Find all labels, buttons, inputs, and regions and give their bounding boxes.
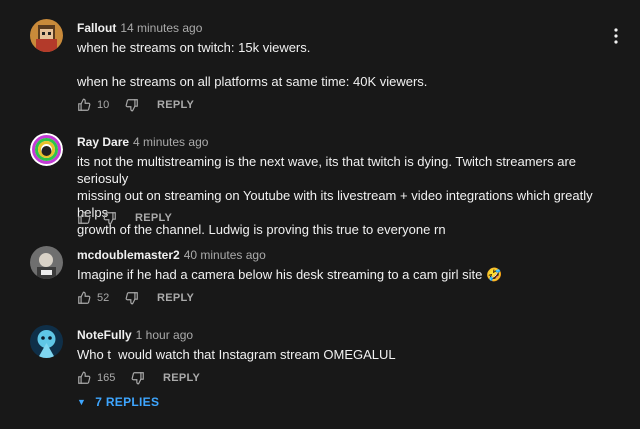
reply-button[interactable]: REPLY (163, 372, 200, 384)
reply-button[interactable]: REPLY (157, 292, 194, 304)
thumbs-up-icon[interactable] (77, 371, 91, 385)
comment-line: when he streams on twitch: 15k viewers. (77, 40, 311, 55)
like-count: 165 (97, 372, 116, 384)
comment-text: Who t would watch that Instagram stream … (77, 346, 610, 363)
thumbs-down-icon[interactable] (103, 211, 117, 225)
comment-actions: 165 REPLY (77, 370, 200, 386)
comment-author[interactable]: mcdoublemaster2 (77, 248, 180, 262)
comment-text: Imagine if he had a camera below his des… (77, 266, 610, 283)
caret-down-icon: ▼ (77, 397, 87, 407)
thumbs-up-icon[interactable] (77, 291, 91, 305)
like-count: 10 (97, 99, 110, 111)
thumbs-down-icon[interactable] (131, 371, 145, 385)
avatar[interactable] (30, 246, 63, 279)
comment-line: Who t would watch that Instagram stream … (77, 347, 396, 362)
thumbs-down-icon[interactable] (125, 291, 139, 305)
comment-line: when he streams on all platforms at same… (77, 74, 428, 89)
comment-line-gap (77, 56, 610, 73)
avatar[interactable] (30, 19, 63, 52)
comment-timestamp[interactable]: 4 minutes ago (133, 135, 208, 149)
avatar[interactable] (30, 133, 63, 166)
replies-label: 7 REPLIES (95, 395, 160, 409)
comment-actions: 10 REPLY (77, 97, 194, 113)
comment-author[interactable]: Fallout (77, 21, 116, 35)
thumbs-up-icon[interactable] (77, 211, 91, 225)
comment-author[interactable]: NoteFully (77, 328, 132, 342)
more-vertical-icon[interactable] (612, 27, 620, 45)
reply-button[interactable]: REPLY (157, 99, 194, 111)
comment-timestamp[interactable]: 14 minutes ago (120, 21, 202, 35)
thumbs-up-icon[interactable] (77, 98, 91, 112)
like-count: 52 (97, 292, 110, 304)
comment-actions: 52 REPLY (77, 290, 194, 306)
comment-actions: REPLY (77, 210, 172, 226)
comment-line: its not the multistreaming is the next w… (77, 154, 577, 186)
reply-button[interactable]: REPLY (135, 212, 172, 224)
comment-timestamp[interactable]: 1 hour ago (136, 328, 193, 342)
comment-author[interactable]: Ray Dare (77, 135, 129, 149)
avatar[interactable] (30, 325, 63, 358)
thumbs-down-icon[interactable] (125, 98, 139, 112)
comment-line: Imagine if he had a camera below his des… (77, 267, 503, 282)
view-replies-button[interactable]: ▼ 7 REPLIES (77, 394, 159, 410)
comment-timestamp[interactable]: 40 minutes ago (184, 248, 266, 262)
comment-text: when he streams on twitch: 15k viewers. … (77, 39, 610, 90)
